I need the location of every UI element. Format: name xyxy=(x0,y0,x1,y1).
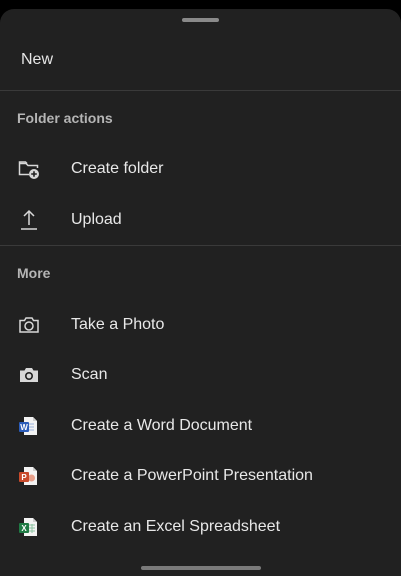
create-excel-spreadsheet-label: Create an Excel Spreadsheet xyxy=(71,518,281,535)
scan-label: Scan xyxy=(71,366,108,383)
create-folder-label: Create folder xyxy=(71,160,164,177)
camera-filled-icon xyxy=(17,363,41,387)
home-indicator[interactable] xyxy=(141,566,261,570)
powerpoint-doc-icon: P xyxy=(17,464,41,488)
take-photo-label: Take a Photo xyxy=(71,316,165,333)
create-powerpoint-presentation-label: Create a PowerPoint Presentation xyxy=(71,467,313,484)
create-powerpoint-presentation-item[interactable]: P Create a PowerPoint Presentation xyxy=(0,451,401,501)
new-item-bottom-sheet: New Folder actions Create folder Upload xyxy=(0,9,401,576)
divider xyxy=(0,245,401,246)
scan-item[interactable]: Scan xyxy=(0,350,401,400)
camera-outline-icon xyxy=(17,313,41,337)
word-badge-letter: W xyxy=(20,423,28,432)
upload-item[interactable]: Upload xyxy=(0,195,401,245)
take-photo-item[interactable]: Take a Photo xyxy=(0,300,401,350)
drag-handle[interactable] xyxy=(182,18,219,22)
excel-badge-letter: X xyxy=(21,524,27,533)
create-word-document-label: Create a Word Document xyxy=(71,417,253,434)
create-folder-item[interactable]: Create folder xyxy=(0,144,401,194)
excel-doc-icon: X xyxy=(17,515,41,539)
upload-icon xyxy=(17,208,41,232)
folder-add-icon xyxy=(17,157,41,181)
word-doc-icon: W xyxy=(17,414,41,438)
sheet-title: New xyxy=(21,51,54,68)
powerpoint-badge-letter: P xyxy=(21,473,27,482)
upload-label: Upload xyxy=(71,211,122,228)
create-word-document-item[interactable]: W Create a Word Document xyxy=(0,401,401,451)
divider xyxy=(0,90,401,91)
section-header-more: More xyxy=(17,265,51,281)
create-excel-spreadsheet-item[interactable]: X Create an Excel Spreadsheet xyxy=(0,502,401,552)
section-header-folder-actions: Folder actions xyxy=(17,110,113,126)
